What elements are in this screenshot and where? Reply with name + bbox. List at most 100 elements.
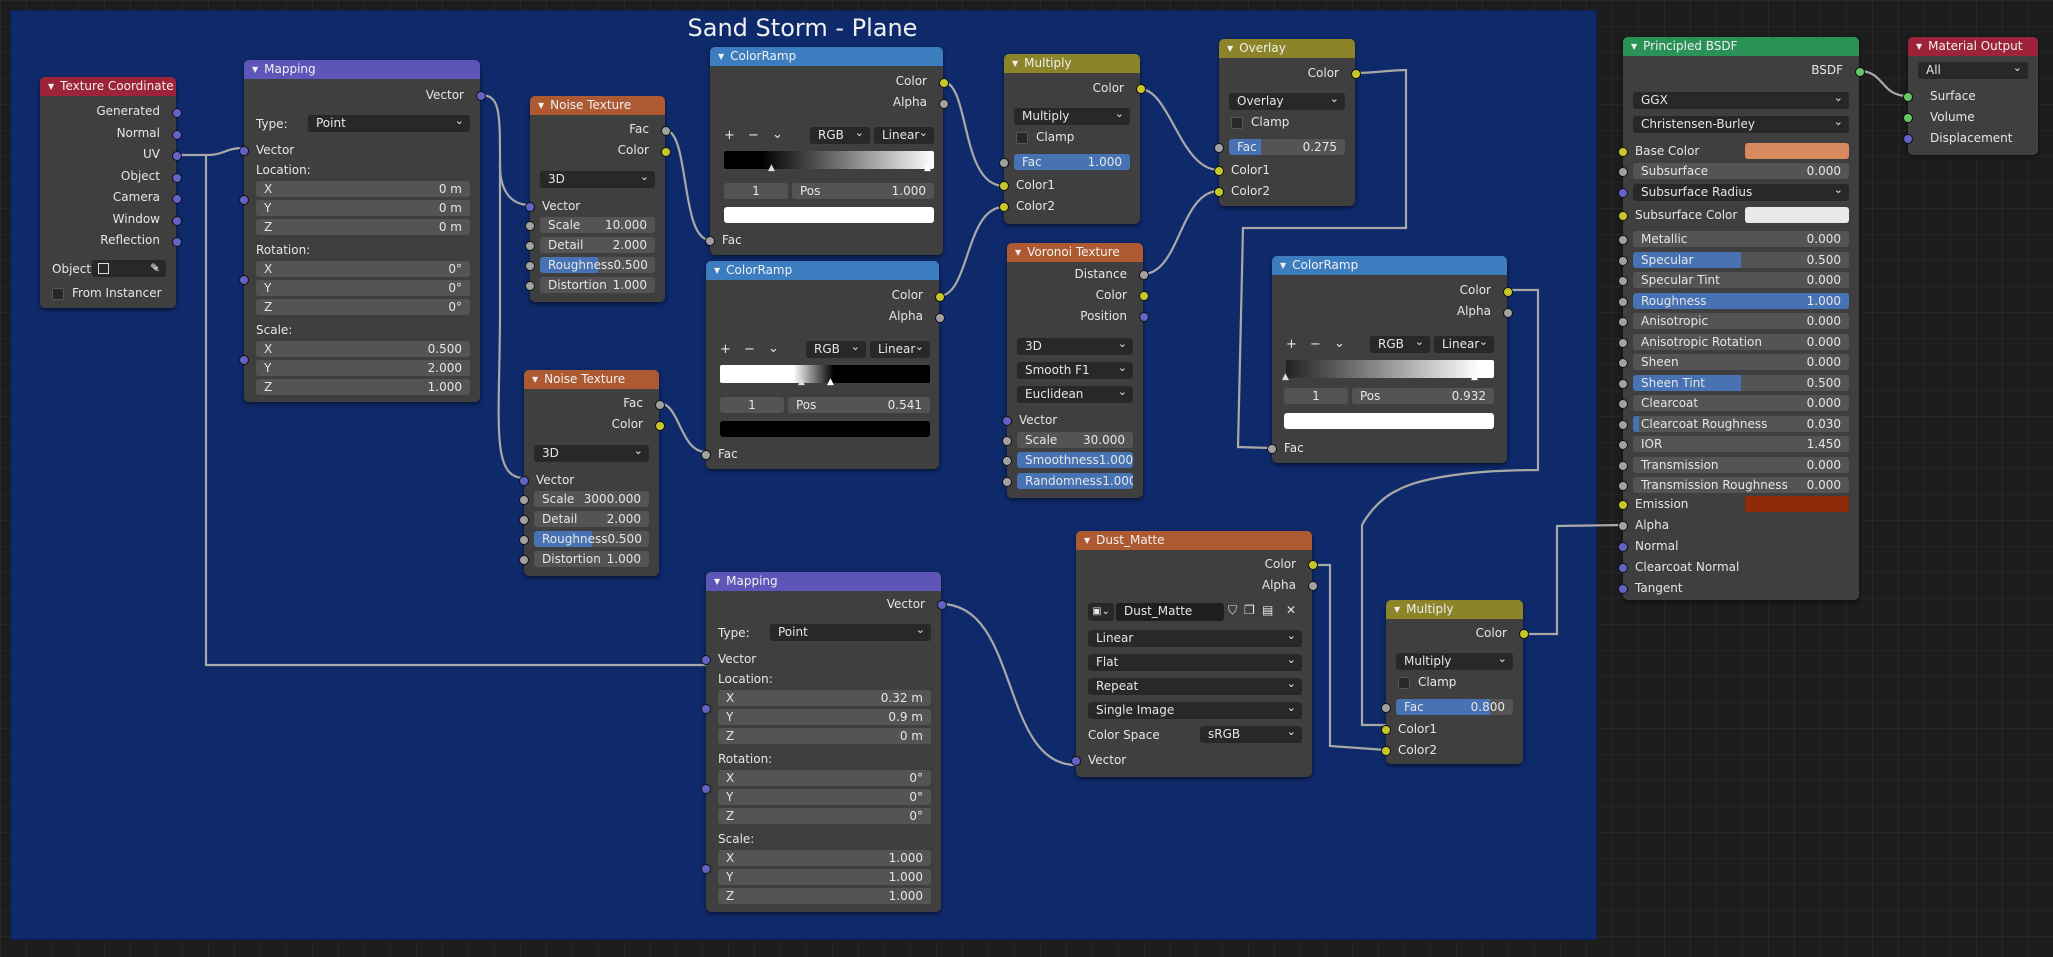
ramp-menu-icon[interactable]: ⌄	[772, 127, 783, 142]
socket-color[interactable]	[1503, 287, 1513, 297]
node-header[interactable]: ▼ Principled BSDF	[1623, 37, 1859, 56]
bsdf-field-transmission-roughness[interactable]: Transmission Roughness 0.000	[1633, 477, 1849, 493]
bsdf-field-anisotropic-rotation[interactable]: Anisotropic Rotation 0.000	[1633, 333, 1849, 350]
roughness-field[interactable]: Roughness 0.500	[534, 531, 649, 547]
clamp-checkbox[interactable]	[1016, 132, 1028, 144]
socket-color2[interactable]	[1214, 187, 1224, 197]
location-x-field[interactable]: X 0.32 m	[718, 690, 931, 706]
socket-location[interactable]	[701, 704, 711, 714]
projection-dropdown[interactable]: Flat	[1088, 654, 1302, 671]
node-header[interactable]: ▼ Noise Texture	[530, 96, 665, 115]
location-y-field[interactable]: Y0 m	[256, 200, 470, 216]
collapse-icon[interactable]: ▼	[1631, 37, 1637, 56]
bsdf-field-specular[interactable]: Specular 0.500	[1633, 251, 1849, 268]
from-instancer-checkbox[interactable]	[52, 288, 64, 300]
add-stop-button[interactable]: +	[720, 342, 731, 357]
colorramp-node-2[interactable]: ▼ColorRamp Color Alpha + − ⌄ RGB Linear …	[701, 261, 945, 469]
socket-color[interactable]	[655, 421, 665, 431]
scale-x-field[interactable]: X 0.500	[256, 341, 470, 357]
image-name-field[interactable]: Dust_Matte	[1116, 603, 1224, 621]
blend-mode-dropdown[interactable]: Multiply	[1014, 108, 1130, 125]
node-header[interactable]: ▼ Texture Coordinate	[40, 77, 176, 96]
node-header[interactable]: ▼ ColorRamp	[710, 47, 943, 66]
socket-color-out[interactable]	[1351, 69, 1361, 79]
socket-color[interactable]	[935, 292, 945, 302]
rotation-x-field[interactable]: X 0°	[718, 770, 931, 786]
socket-camera[interactable]	[172, 194, 182, 204]
ramp-stop-marker-active[interactable]: ▲	[827, 377, 834, 387]
socket-surface[interactable]	[1903, 92, 1913, 102]
socket-clearcoat[interactable]	[1618, 399, 1628, 409]
bsdf-field-sheen[interactable]: Sheen 0.000	[1633, 354, 1849, 370]
stop-pos-field[interactable]: Pos 1.000	[792, 183, 934, 199]
socket-rotation[interactable]	[239, 275, 249, 285]
remove-stop-button[interactable]: −	[744, 342, 755, 357]
noise-texture-node-1[interactable]: ▼Noise Texture Fac Color 3D Vector Scale…	[525, 96, 671, 302]
socket-generated[interactable]	[172, 108, 182, 118]
interpolation-dropdown[interactable]: Linear	[874, 127, 934, 144]
socket-vector-in[interactable]	[1071, 756, 1081, 766]
socket-roughness[interactable]	[1618, 296, 1628, 307]
socket-smoothness[interactable]	[1002, 456, 1012, 466]
socket-vector[interactable]	[519, 476, 529, 486]
colorramp-node-3[interactable]: ▼ColorRamp Color Alpha + − ⌄ RGB Linear …	[1267, 256, 1513, 463]
bsdf-field-anisotropic[interactable]: Anisotropic 0.000	[1633, 313, 1849, 329]
material-output-node[interactable]: ▼Material Output All Surface Volume Disp…	[1903, 37, 2038, 155]
emission-swatch[interactable]	[1745, 496, 1849, 512]
rotation-z-field[interactable]: Z 0°	[718, 808, 931, 824]
rotation-z-field[interactable]: Z 0°	[256, 299, 470, 315]
color-space-dropdown[interactable]: sRGB	[1200, 726, 1302, 743]
image-browse-icon[interactable]: ▣⌄	[1088, 603, 1114, 621]
stop-index-field[interactable]: 1	[720, 397, 784, 413]
multiply-node-2[interactable]: ▼Multiply Color Multiply Clamp Fac0.800 …	[1381, 600, 1529, 764]
collapse-icon[interactable]: ▼	[1394, 600, 1400, 619]
socket-base-color[interactable]	[1618, 147, 1628, 157]
bsdf-field-specular-tint[interactable]: Specular Tint 0.000	[1633, 272, 1849, 288]
target-dropdown[interactable]: All	[1918, 62, 2028, 79]
bsdf-field-transmission[interactable]: Transmission 0.000	[1633, 456, 1849, 473]
collapse-icon[interactable]: ▼	[252, 60, 258, 79]
interpolation-dropdown[interactable]: Linear	[870, 341, 930, 358]
node-header[interactable]: ▼ Voronoi Texture	[1007, 243, 1143, 262]
socket-window[interactable]	[172, 216, 182, 226]
socket-ior[interactable]	[1618, 440, 1628, 450]
color-ramp-bar[interactable]	[1286, 360, 1494, 378]
socket-normal[interactable]	[1618, 542, 1628, 552]
fac-field[interactable]: Fac 0.800	[1396, 699, 1513, 715]
socket-fac-in[interactable]	[701, 450, 711, 460]
socket-distortion[interactable]	[519, 555, 529, 565]
extension-dropdown[interactable]: Repeat	[1088, 678, 1302, 695]
socket-color[interactable]	[1308, 560, 1318, 570]
roughness-field[interactable]: Roughness 0.500	[540, 257, 655, 273]
blend-mode-dropdown[interactable]: Multiply	[1396, 653, 1513, 670]
socket-color1[interactable]	[999, 181, 1009, 191]
dimensions-dropdown[interactable]: 3D	[1017, 338, 1133, 355]
scale-field[interactable]: Scale 10.000	[540, 217, 655, 233]
socket-scale[interactable]	[519, 495, 529, 505]
bsdf-field-clearcoat[interactable]: Clearcoat 0.000	[1633, 395, 1849, 411]
collapse-icon[interactable]: ▼	[48, 77, 54, 96]
dimensions-dropdown[interactable]: 3D	[540, 171, 655, 188]
socket-vector-in[interactable]	[239, 146, 249, 156]
bsdf-field-ior[interactable]: IOR 1.450	[1633, 436, 1849, 452]
node-header[interactable]: ▼ Multiply	[1386, 600, 1523, 619]
bsdf-field-sheen-tint[interactable]: Sheen Tint 0.500	[1633, 374, 1849, 391]
node-header[interactable]: ▼ ColorRamp	[1272, 256, 1507, 275]
node-header[interactable]: ▼ Overlay	[1219, 39, 1355, 58]
socket-color2[interactable]	[999, 202, 1009, 212]
bsdf-field-metallic[interactable]: Metallic 0.000	[1633, 231, 1849, 247]
socket-color2[interactable]	[1381, 746, 1391, 756]
duplicate-icon[interactable]: ❐	[1244, 603, 1255, 617]
socket-anisotropic[interactable]	[1618, 317, 1628, 327]
subsurface-color-swatch[interactable]	[1745, 207, 1849, 223]
socket-alpha[interactable]	[935, 313, 945, 323]
colorramp-node-1[interactable]: ▼ColorRamp Color Alpha + − ⌄ RGB Linear …	[705, 47, 949, 255]
collapse-icon[interactable]: ▼	[1015, 243, 1021, 262]
node-header[interactable]: ▼ Mapping	[706, 572, 941, 591]
type-dropdown[interactable]: Point	[308, 115, 470, 132]
socket-tangent[interactable]	[1618, 584, 1628, 594]
socket-position[interactable]	[1139, 312, 1149, 322]
ramp-stop-marker[interactable]: ▲	[798, 377, 805, 387]
collapse-icon[interactable]: ▼	[1084, 531, 1090, 550]
remove-stop-button[interactable]: −	[748, 128, 759, 143]
